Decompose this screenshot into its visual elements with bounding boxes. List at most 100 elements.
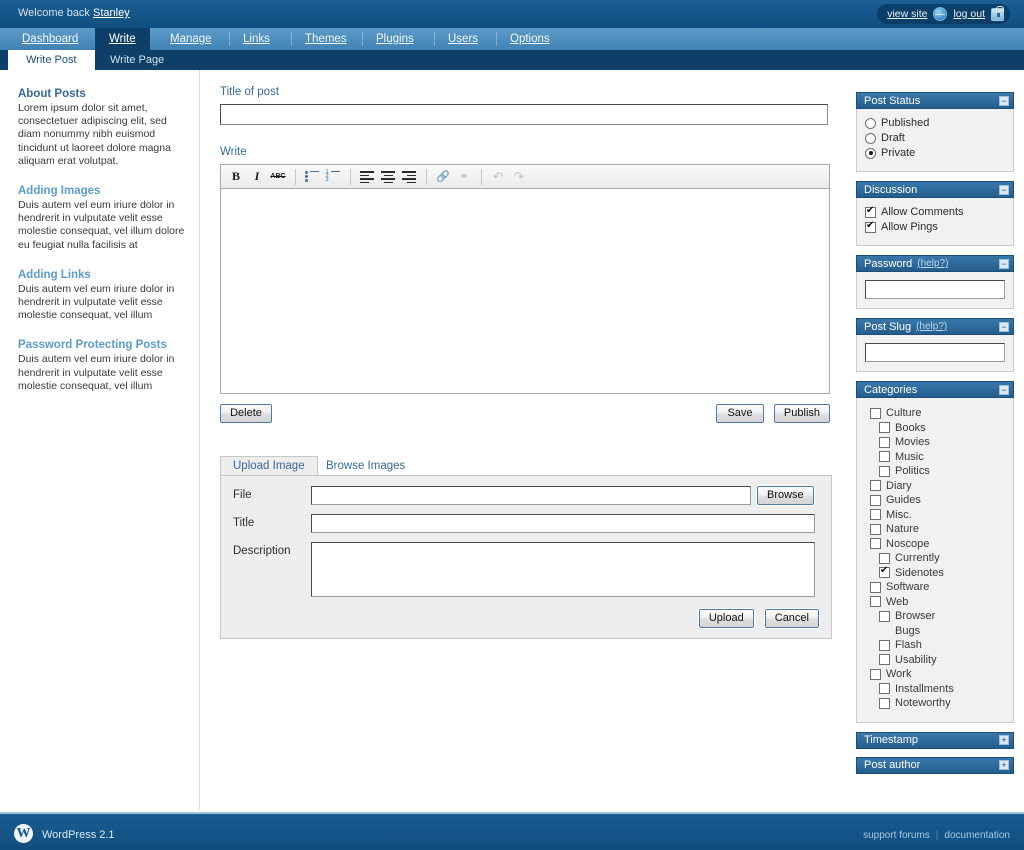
undo-icon[interactable]: ↶ xyxy=(488,167,508,186)
collapse-icon[interactable]: − xyxy=(999,184,1009,195)
expand-icon[interactable]: + xyxy=(999,760,1009,770)
password-input[interactable] xyxy=(865,280,1005,299)
category-item[interactable]: Misc. xyxy=(865,509,1005,521)
categories-header[interactable]: Categories − xyxy=(856,381,1014,398)
nav-tab-links[interactable]: Links xyxy=(229,28,284,50)
category-item[interactable]: Flash xyxy=(865,639,1005,651)
username-link[interactable]: Stanley xyxy=(93,7,130,19)
nav-tab-users[interactable]: Users xyxy=(434,28,492,50)
checkbox-icon[interactable] xyxy=(870,480,881,491)
category-item[interactable]: Noteworthy xyxy=(865,697,1005,709)
checkbox-icon[interactable] xyxy=(879,422,890,433)
category-item[interactable]: Sidenotes xyxy=(865,565,1005,579)
timestamp-header[interactable]: Timestamp + xyxy=(856,731,1014,749)
checkbox-icon[interactable] xyxy=(879,610,890,622)
checkbox-icon[interactable] xyxy=(870,668,881,680)
nav-tab-dashboard[interactable]: Dashboard xyxy=(8,28,92,50)
password-header[interactable]: Password (help?) − xyxy=(856,255,1014,272)
category-item[interactable]: Guides xyxy=(865,494,1005,506)
post-title-input[interactable] xyxy=(220,104,828,125)
view-site-link[interactable]: view site xyxy=(887,8,927,20)
expand-icon[interactable]: + xyxy=(999,735,1009,745)
checkbox-icon[interactable] xyxy=(865,220,876,233)
post-slug-header[interactable]: Post Slug (help?) − xyxy=(856,318,1014,335)
category-item[interactable]: Web xyxy=(865,596,1005,608)
collapse-icon[interactable]: − xyxy=(999,95,1009,106)
save-button[interactable]: Save xyxy=(715,403,765,424)
description-textarea[interactable] xyxy=(311,542,815,597)
checkbox-icon[interactable] xyxy=(870,509,881,520)
post-slug-input[interactable] xyxy=(865,343,1005,362)
collapse-icon[interactable]: − xyxy=(999,258,1009,269)
link-icon[interactable]: 🔗 xyxy=(433,167,453,186)
category-item[interactable]: Currently xyxy=(865,552,1005,564)
upload-tab-browse-images[interactable]: Browse Images xyxy=(314,456,417,475)
category-item[interactable]: Politics xyxy=(865,465,1005,477)
post-author-header[interactable]: Post author + xyxy=(856,756,1014,774)
subnav-tab-write-post[interactable]: Write Post xyxy=(8,50,95,70)
category-item[interactable]: Music xyxy=(865,451,1005,463)
redo-icon[interactable]: ↷ xyxy=(509,167,529,186)
checkbox-icon[interactable] xyxy=(879,451,890,462)
category-item[interactable]: Nature xyxy=(865,523,1005,535)
subnav-tab-write-page[interactable]: Write Page xyxy=(92,50,182,70)
checkbox-icon[interactable] xyxy=(879,436,890,448)
ordered-list-icon[interactable]: 123 xyxy=(323,167,343,186)
strikethrough-icon[interactable]: ABC xyxy=(268,167,288,186)
nav-tab-plugins[interactable]: Plugins xyxy=(362,28,428,50)
nav-tab-manage[interactable]: Manage xyxy=(156,28,226,50)
post-slug-help-link[interactable]: (help?) xyxy=(916,321,999,332)
checkbox-icon[interactable] xyxy=(870,596,881,607)
checkbox-icon[interactable] xyxy=(879,697,890,709)
collapse-icon[interactable]: − xyxy=(999,321,1009,332)
checkbox-icon[interactable] xyxy=(870,538,881,549)
discussion-header[interactable]: Discussion − xyxy=(856,181,1014,198)
file-input[interactable] xyxy=(311,486,751,505)
checkbox-icon[interactable] xyxy=(870,407,881,419)
checkbox-icon[interactable] xyxy=(879,565,890,578)
post-status-header[interactable]: Post Status − xyxy=(856,92,1014,109)
checkbox-icon[interactable] xyxy=(865,205,876,218)
post-status-option[interactable]: Private xyxy=(865,147,1005,159)
log-out-link[interactable]: log out xyxy=(953,8,985,20)
category-item[interactable]: Browser xyxy=(865,610,1005,622)
delete-button[interactable]: Delete xyxy=(219,403,273,424)
checkbox-icon[interactable] xyxy=(870,523,881,535)
nav-tab-write[interactable]: Write xyxy=(95,28,150,50)
category-item[interactable]: Usability xyxy=(865,654,1005,666)
radio-icon[interactable] xyxy=(865,132,876,144)
cancel-button[interactable]: Cancel xyxy=(763,608,821,629)
radio-icon[interactable] xyxy=(865,147,876,159)
category-item[interactable]: Culture xyxy=(865,407,1005,419)
browse-button[interactable]: Browse xyxy=(756,485,815,506)
upload-button[interactable]: Upload xyxy=(697,608,755,629)
category-item[interactable]: Diary xyxy=(865,480,1005,492)
post-content-area[interactable] xyxy=(220,189,830,394)
password-help-link[interactable]: (help?) xyxy=(917,258,999,269)
align-right-icon[interactable] xyxy=(399,167,419,186)
collapse-icon[interactable]: − xyxy=(999,384,1009,395)
category-item[interactable]: Work xyxy=(865,668,1005,680)
post-status-option[interactable]: Published xyxy=(865,117,1005,129)
unlink-icon[interactable]: ⚭ xyxy=(454,167,474,186)
documentation-link[interactable]: documentation xyxy=(944,830,1010,841)
checkbox-icon[interactable] xyxy=(879,654,890,665)
category-item[interactable]: Software xyxy=(865,581,1005,593)
align-left-icon[interactable] xyxy=(357,167,377,186)
checkbox-icon[interactable] xyxy=(879,639,890,651)
category-item[interactable]: Movies xyxy=(865,436,1005,448)
checkbox-icon[interactable] xyxy=(879,552,890,564)
discussion-option[interactable]: Allow Pings xyxy=(865,220,1005,233)
checkbox-icon[interactable] xyxy=(870,494,881,506)
bold-icon[interactable]: B xyxy=(226,167,246,186)
discussion-option[interactable]: Allow Comments xyxy=(865,205,1005,218)
post-status-option[interactable]: Draft xyxy=(865,132,1005,144)
nav-tab-themes[interactable]: Themes xyxy=(291,28,361,50)
category-item[interactable]: Books xyxy=(865,422,1005,434)
category-item[interactable]: Installments xyxy=(865,683,1005,695)
support-forums-link[interactable]: support forums xyxy=(863,830,930,841)
upload-tab-upload-image[interactable]: Upload Image xyxy=(220,456,318,475)
checkbox-icon[interactable] xyxy=(870,581,881,593)
unordered-list-icon[interactable] xyxy=(302,167,322,186)
checkbox-icon[interactable] xyxy=(879,683,890,694)
